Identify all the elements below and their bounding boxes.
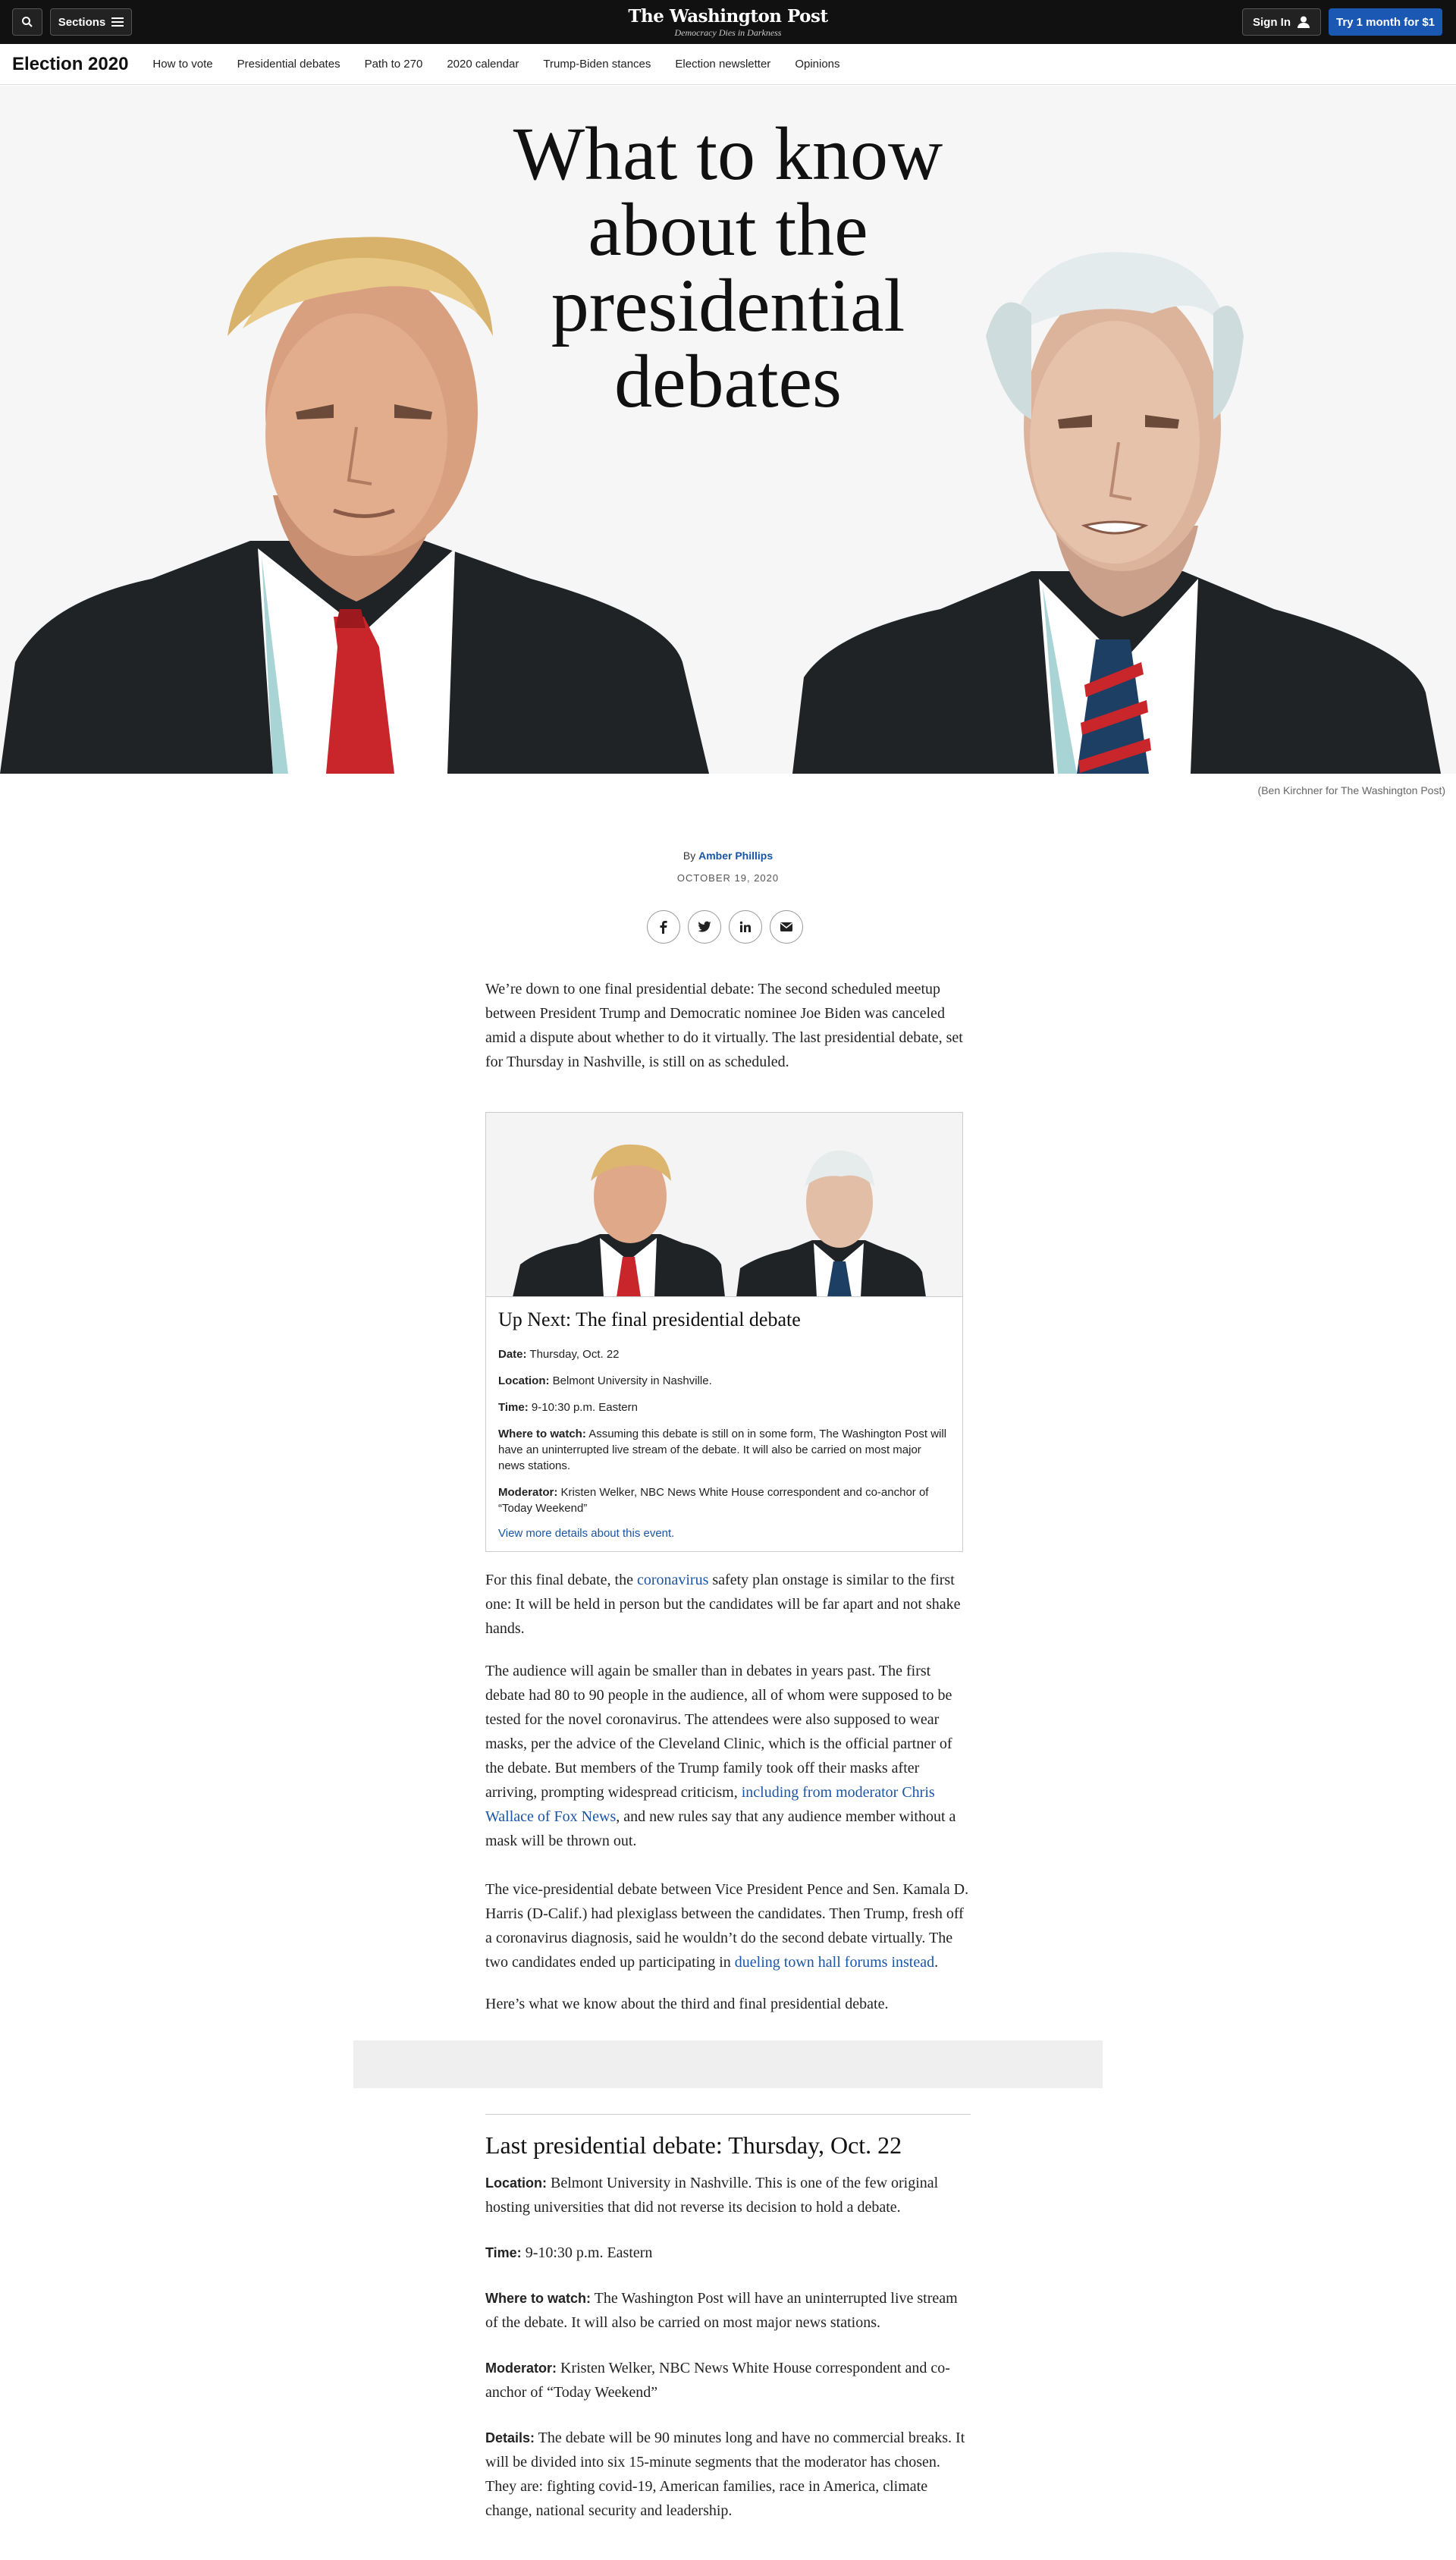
top-bar: Sections The Washington Post Democracy D… [0, 0, 1456, 44]
share-facebook-button[interactable] [647, 910, 680, 944]
share-twitter-button[interactable] [688, 910, 721, 944]
coronavirus-link[interactable]: coronavirus [637, 1572, 708, 1588]
row-key: Location: [498, 1374, 550, 1387]
share-buttons [647, 910, 803, 944]
detail-key: Time: [485, 2245, 522, 2260]
nav-link-path-to-270[interactable]: Path to 270 [365, 58, 423, 71]
author-link[interactable]: Amber Phillips [698, 850, 773, 862]
nav-link-opinions[interactable]: Opinions [795, 58, 839, 71]
facebook-icon [660, 921, 667, 934]
headline-line: presidential [551, 263, 905, 347]
detail-location: Location: Belmont University in Nashvill… [485, 2171, 971, 2219]
paragraph-audience: The audience will again be smaller than … [485, 1659, 971, 1853]
row-key: Where to watch: [498, 1428, 586, 1440]
election-nav: Election 2020 How to vote Presidential d… [0, 44, 1456, 85]
byline: By Amber Phillips [0, 850, 1456, 862]
nav-link-how-to-vote[interactable]: How to vote [152, 58, 212, 71]
email-icon [780, 922, 792, 931]
event-time-row: Time: 9-10:30 p.m. Eastern [498, 1399, 950, 1415]
details-heading: Last presidential debate: Thursday, Oct.… [485, 2131, 902, 2159]
candidates-thumbnail [513, 1144, 926, 1296]
byline-prefix: By [682, 850, 696, 862]
paragraph-vp-debate: The vice-presidential debate between Vic… [485, 1877, 971, 1974]
headline-line: about the [588, 187, 868, 272]
nav-link-stances[interactable]: Trump-Biden stances [543, 58, 651, 71]
sections-button[interactable]: Sections [50, 8, 132, 36]
text: For this final debate, the [485, 1572, 637, 1588]
text: The audience will again be smaller than … [485, 1663, 952, 1801]
section-divider [485, 2114, 971, 2115]
event-card-title: Up Next: The final presidential debate [498, 1308, 801, 1330]
share-linkedin-button[interactable] [729, 910, 762, 944]
headline-line: What to know [513, 112, 943, 196]
detail-value: 9-10:30 p.m. Eastern [521, 2244, 653, 2261]
detail-details: Details: The debate will be 90 minutes l… [485, 2426, 971, 2523]
image-credit: (Ben Kirchner for The Washington Post) [1257, 784, 1445, 796]
row-key: Time: [498, 1401, 529, 1414]
publish-date: OCTOBER 19, 2020 [676, 872, 780, 884]
user-icon [1298, 16, 1310, 28]
detail-time: Time: 9-10:30 p.m. Eastern [485, 2241, 971, 2265]
site-logo[interactable]: The Washington Post Democracy Dies in Da… [576, 6, 880, 39]
row-key: Date: [498, 1348, 527, 1361]
detail-value: The debate will be 90 minutes long and h… [485, 2430, 965, 2519]
share-email-button[interactable] [770, 910, 803, 944]
detail-key: Location: [485, 2175, 547, 2191]
hero-illustration: What to know about the presidential deba… [0, 86, 1456, 774]
event-card-image [486, 1113, 962, 1297]
twitter-icon [698, 921, 711, 932]
row-value: Thursday, Oct. 22 [529, 1348, 620, 1361]
detail-key: Details: [485, 2430, 535, 2445]
text: . [934, 1954, 939, 1971]
headline: What to know about the presidential deba… [463, 116, 993, 419]
row-value: Belmont University in Nashville. [552, 1374, 712, 1387]
intro-paragraph: We’re down to one final presidential deb… [485, 981, 963, 1070]
menu-icon [111, 17, 124, 27]
detail-where-to-watch: Where to watch: The Washington Post will… [485, 2286, 971, 2335]
nav-link-2020-calendar[interactable]: 2020 calendar [447, 58, 519, 71]
sign-in-label: Sign In [1253, 15, 1291, 29]
detail-value: Belmont University in Nashville. This is… [485, 2175, 939, 2216]
ad-placeholder [353, 2040, 1103, 2088]
search-icon [22, 17, 33, 27]
event-details-link[interactable]: View more details about this event. [498, 1527, 674, 1540]
nav-link-presidential-debates[interactable]: Presidential debates [237, 58, 340, 71]
row-key: Moderator: [498, 1486, 558, 1499]
paragraph-final: Here’s what we know about the third and … [485, 1996, 889, 2012]
detail-key: Where to watch: [485, 2291, 592, 2306]
town-hall-link[interactable]: dueling town hall forums instead [735, 1954, 934, 1971]
subscribe-button[interactable]: Try 1 month for $1 [1329, 8, 1442, 36]
linkedin-icon [739, 921, 751, 932]
detail-moderator: Moderator: Kristen Welker, NBC News Whit… [485, 2356, 971, 2405]
headline-line: debates [614, 339, 842, 423]
sections-label: Sections [58, 15, 106, 29]
row-value: 9-10:30 p.m. Eastern [531, 1401, 638, 1414]
event-location-row: Location: Belmont University in Nashvill… [498, 1373, 950, 1389]
search-button[interactable] [12, 8, 42, 36]
detail-key: Moderator: [485, 2361, 557, 2376]
event-card: Up Next: The final presidential debate D… [485, 1112, 963, 1552]
paragraph-safety: For this final debate, the coronavirus s… [485, 1568, 971, 1641]
row-value: Kristen Welker, NBC News White House cor… [498, 1486, 929, 1515]
nav-link-newsletter[interactable]: Election newsletter [675, 58, 770, 71]
event-moderator-row: Moderator: Kristen Welker, NBC News Whit… [498, 1484, 950, 1516]
logo-tagline: Democracy Dies in Darkness [674, 27, 782, 38]
sign-in-button[interactable]: Sign In [1242, 8, 1321, 36]
event-watch-row: Where to watch: Assuming this debate is … [498, 1426, 950, 1474]
election-title[interactable]: Election 2020 [12, 54, 128, 75]
logo-name: The Washington Post [628, 6, 828, 27]
event-date-row: Date: Thursday, Oct. 22 [498, 1346, 950, 1362]
